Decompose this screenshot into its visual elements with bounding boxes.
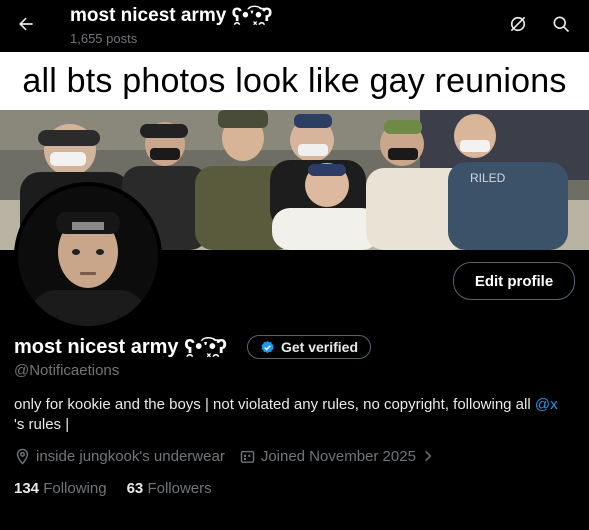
bio-tail: 's rules | <box>14 416 70 433</box>
following-label: Following <box>43 480 107 497</box>
followers-label: Followers <box>147 480 212 497</box>
edit-profile-button[interactable]: Edit profile <box>453 262 575 300</box>
profile-handle: @Notificaetions <box>14 362 120 379</box>
avatar-photo <box>18 186 158 326</box>
following-count: 134 <box>14 480 40 497</box>
header-title: most nicest army ʕ̯•͡ˑ͓•̯᷅ʔ <box>70 5 273 26</box>
followers-count: 63 <box>126 480 144 497</box>
chevron-right-icon <box>425 450 432 462</box>
follow-stats: 134 Following 63 Followers <box>14 480 212 497</box>
arrow-left-icon <box>19 17 33 31</box>
search-button[interactable] <box>549 12 573 36</box>
hide-button[interactable] <box>506 12 530 36</box>
bio-mention-link[interactable]: @x <box>535 396 558 413</box>
post-count: 1,655 posts <box>70 31 138 46</box>
calendar-icon <box>240 450 255 463</box>
get-verified-button[interactable]: Get verified <box>247 335 371 359</box>
joined-item[interactable]: Joined November 2025 <box>239 448 435 465</box>
location-pin-icon <box>16 448 29 465</box>
profile-avatar[interactable] <box>14 182 162 330</box>
get-verified-label: Get verified <box>280 339 359 355</box>
top-bar: most nicest army ʕ̯•͡ˑ͓•̯᷅ʔ 1,655 posts <box>0 0 589 52</box>
joined-text: Joined November 2025 <box>260 447 416 465</box>
verified-badge-icon <box>261 340 274 353</box>
location-item: inside jungkook's underwear <box>14 448 225 465</box>
following-link[interactable]: 134 Following <box>14 480 107 497</box>
profile-bio: only for kookie and the boys | not viola… <box>14 395 579 435</box>
profile-meta: inside jungkook's underwear Joined Novem… <box>14 446 449 466</box>
search-icon <box>553 16 570 33</box>
back-button[interactable] <box>14 12 38 36</box>
bio-text: only for kookie and the boys | not viola… <box>14 396 535 413</box>
slash-circle-icon <box>510 16 526 32</box>
banner-caption: all bts photos look like gay reunions <box>0 52 589 110</box>
svg-text:RILED: RILED <box>470 171 506 185</box>
followers-link[interactable]: 63 Followers <box>127 480 212 497</box>
location-text: inside jungkook's underwear <box>36 447 225 465</box>
profile-name: most nicest army ʕ̯•͡ˑ͓•̯᷅ʔ <box>14 336 227 358</box>
